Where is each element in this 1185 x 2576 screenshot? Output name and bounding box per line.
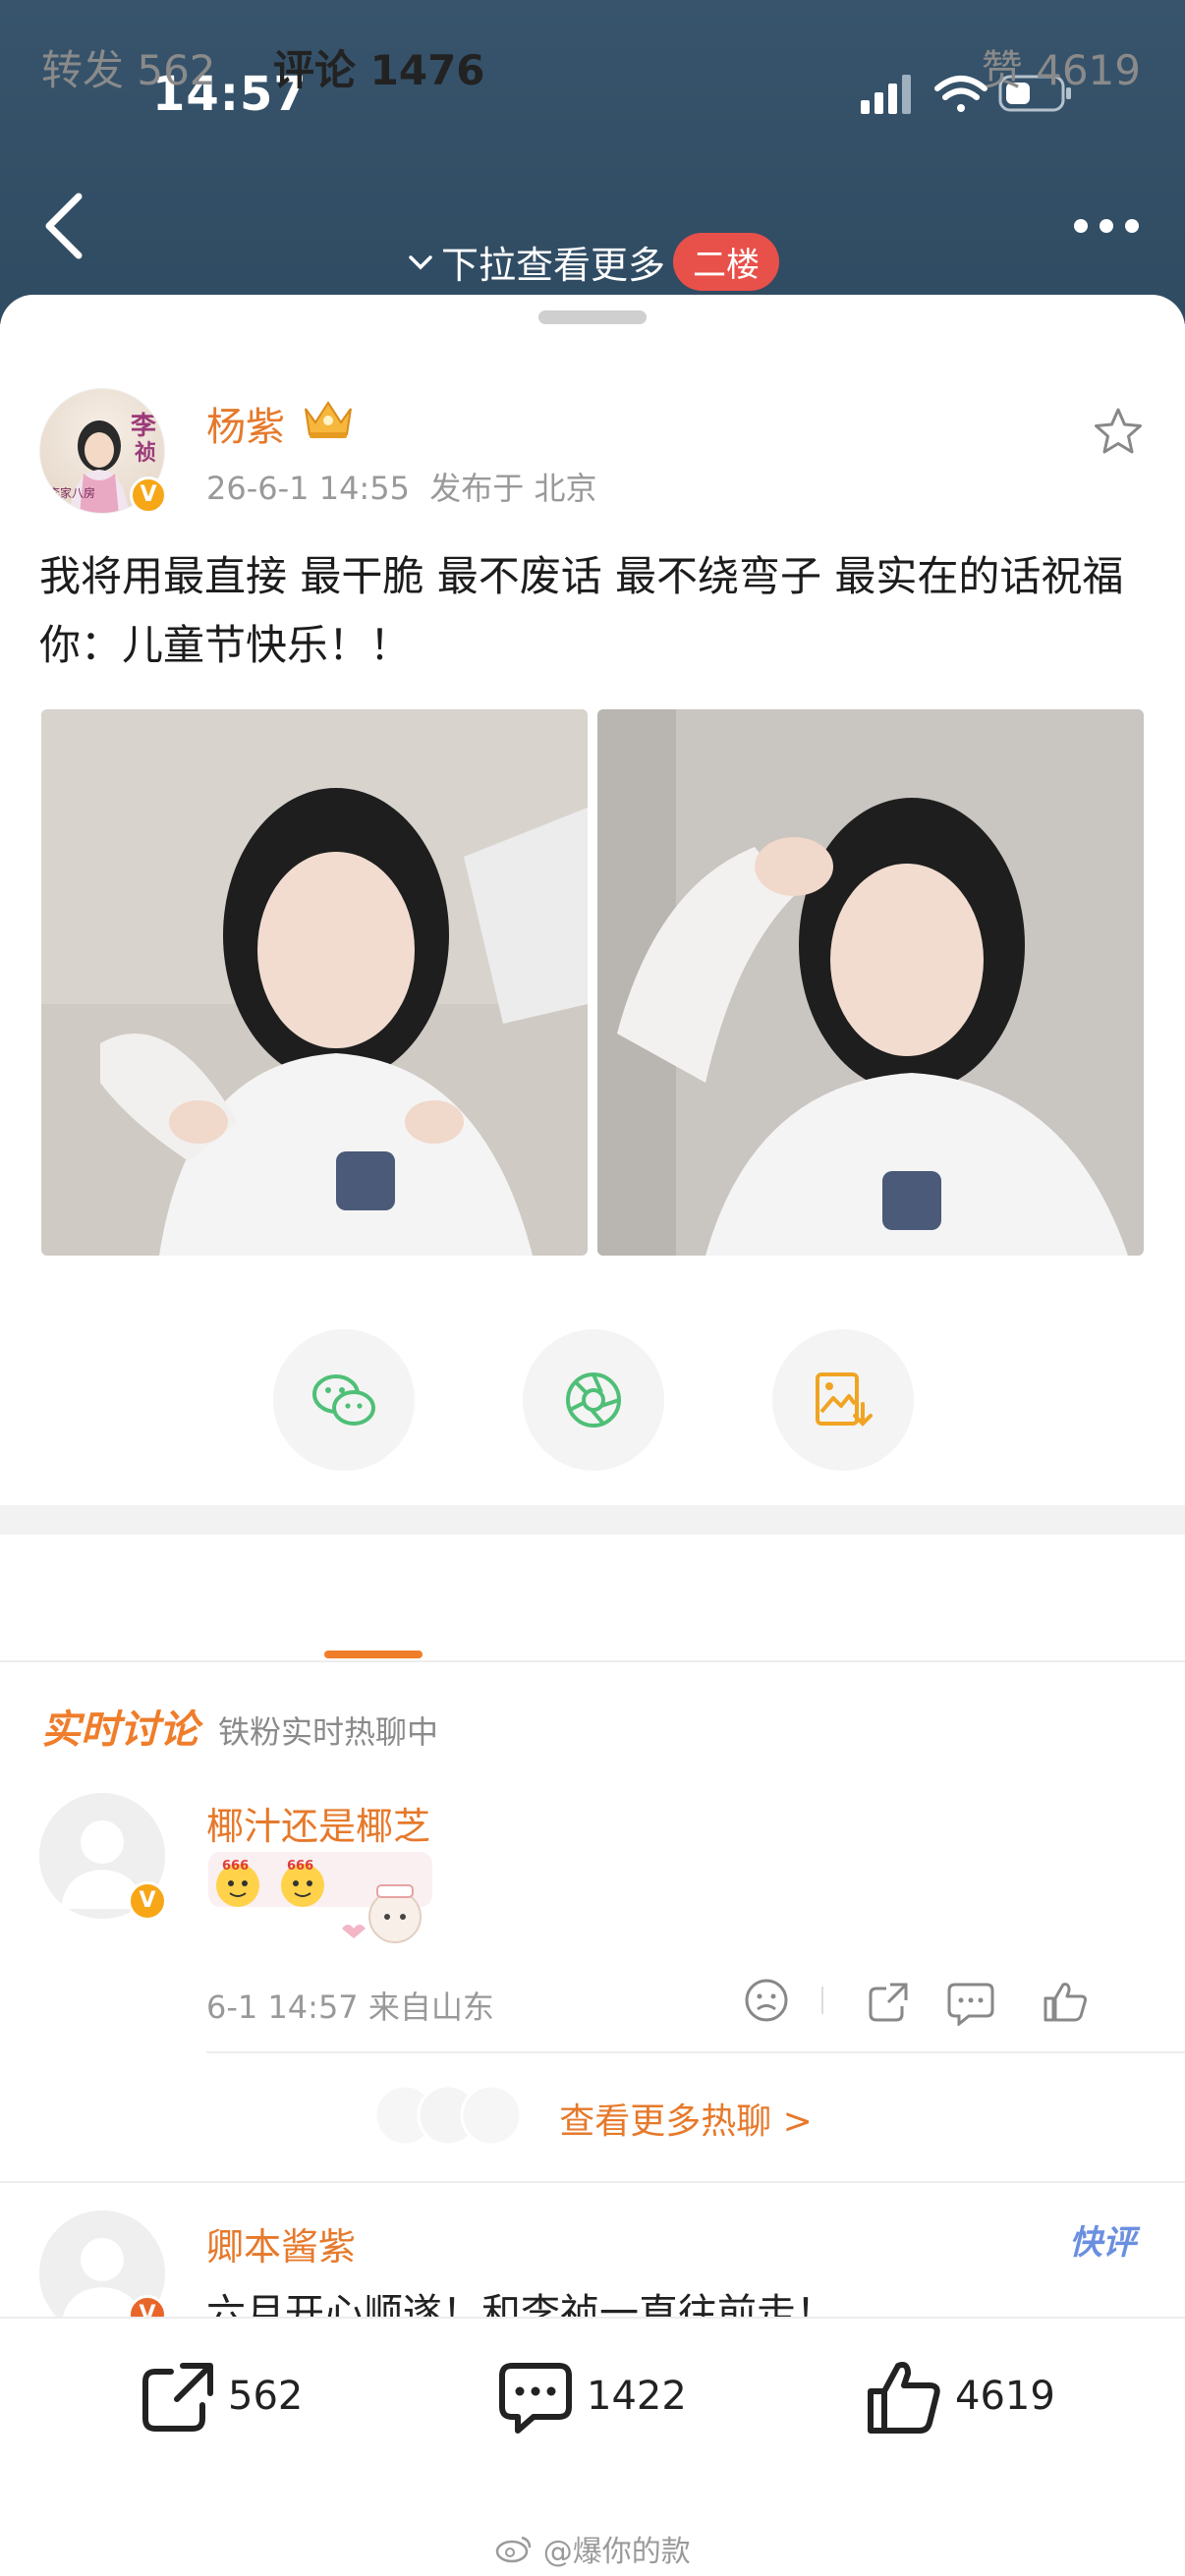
share-icon xyxy=(869,1983,908,2022)
section-divider xyxy=(0,1505,1185,1535)
verified-badge: V xyxy=(128,1881,167,1921)
share-wechat-button[interactable] xyxy=(273,1329,415,1471)
post-photo-2[interactable] xyxy=(597,709,1144,1256)
quick-comment-tag: 快评 xyxy=(1069,2223,1136,2263)
comment-emojis: 666 666 xyxy=(208,1852,444,1950)
drag-handle[interactable] xyxy=(538,310,647,324)
svg-text:666: 666 xyxy=(287,1859,313,1874)
pull-down-hint[interactable]: 下拉查看更多 二楼 xyxy=(0,233,1185,291)
author-name[interactable]: 杨紫 xyxy=(206,395,285,452)
svg-text:李: 李 xyxy=(130,412,157,441)
share-moments-button[interactable] xyxy=(523,1329,664,1471)
active-tab-indicator xyxy=(324,1651,423,1658)
verified-badge: V xyxy=(130,476,167,514)
comment-author[interactable]: 卿本酱紫 xyxy=(206,2216,356,2270)
thumbs-up-icon xyxy=(868,2362,940,2434)
post-location: 发布于 北京 xyxy=(429,470,597,507)
comment-actions xyxy=(741,1975,1144,2028)
repost-count: 562 xyxy=(228,2374,304,2419)
floor-badge[interactable]: 二楼 xyxy=(673,233,779,291)
reply-icon xyxy=(947,1983,994,2028)
save-image-button[interactable] xyxy=(772,1329,914,1471)
tab-like[interactable]: 赞 4619 xyxy=(982,37,1141,97)
realtime-subtitle: 铁粉实时热聊中 xyxy=(218,1713,439,1751)
comment-count: 1422 xyxy=(587,2374,687,2419)
like-count: 4619 xyxy=(955,2374,1055,2419)
svg-text:666: 666 xyxy=(222,1859,249,1874)
comment-author[interactable]: 椰汁还是椰芝 xyxy=(206,1796,430,1850)
svg-text:祯: 祯 xyxy=(134,440,156,466)
chevron-down-icon xyxy=(409,254,432,269)
repost-icon xyxy=(142,2363,213,2432)
post-timestamp: 26-6-1 14:55 xyxy=(206,470,410,507)
dislike-face-icon xyxy=(745,1979,788,2022)
realtime-title: 实时讨论 xyxy=(41,1708,198,1753)
tab-forward[interactable]: 转发 562 xyxy=(41,37,216,97)
pull-hint-text: 下拉查看更多 xyxy=(440,244,665,287)
like-icon xyxy=(1044,1983,1087,2022)
view-more-hot-link[interactable]: 查看更多热聊 > xyxy=(0,2093,1185,2144)
comment-time: 6-1 14:57 来自山东 xyxy=(206,1988,494,2026)
save-image-icon xyxy=(816,1372,873,1427)
view-more-hot-text[interactable]: 查看更多热聊 > xyxy=(559,2101,813,2142)
comment-icon xyxy=(499,2363,572,2434)
post-photo-1[interactable] xyxy=(41,709,588,1256)
favorite-button[interactable] xyxy=(1091,405,1146,460)
wechat-icon xyxy=(312,1374,375,1426)
post-text: 我将用最直接 最干脆 最不废话 最不绕弯子 最实在的话祝福你：儿童节快乐！！ xyxy=(39,552,1124,669)
comment-divider xyxy=(206,2051,1185,2053)
post-meta: 26-6-1 14:55 发布于 北京 xyxy=(206,464,596,509)
wifi-icon xyxy=(934,76,988,112)
comment-divider xyxy=(0,2181,1185,2183)
signal-icon xyxy=(861,75,911,114)
watermark: @爆你的款 xyxy=(0,2527,1185,2570)
moments-icon xyxy=(566,1372,621,1428)
weibo-logo-icon xyxy=(495,2536,532,2563)
star-icon xyxy=(1095,408,1142,454)
interaction-tabs xyxy=(0,1535,1185,1662)
crown-icon xyxy=(300,395,357,442)
watermark-text: @爆你的款 xyxy=(542,2535,691,2569)
tab-comment[interactable]: 评论 1476 xyxy=(273,37,485,97)
